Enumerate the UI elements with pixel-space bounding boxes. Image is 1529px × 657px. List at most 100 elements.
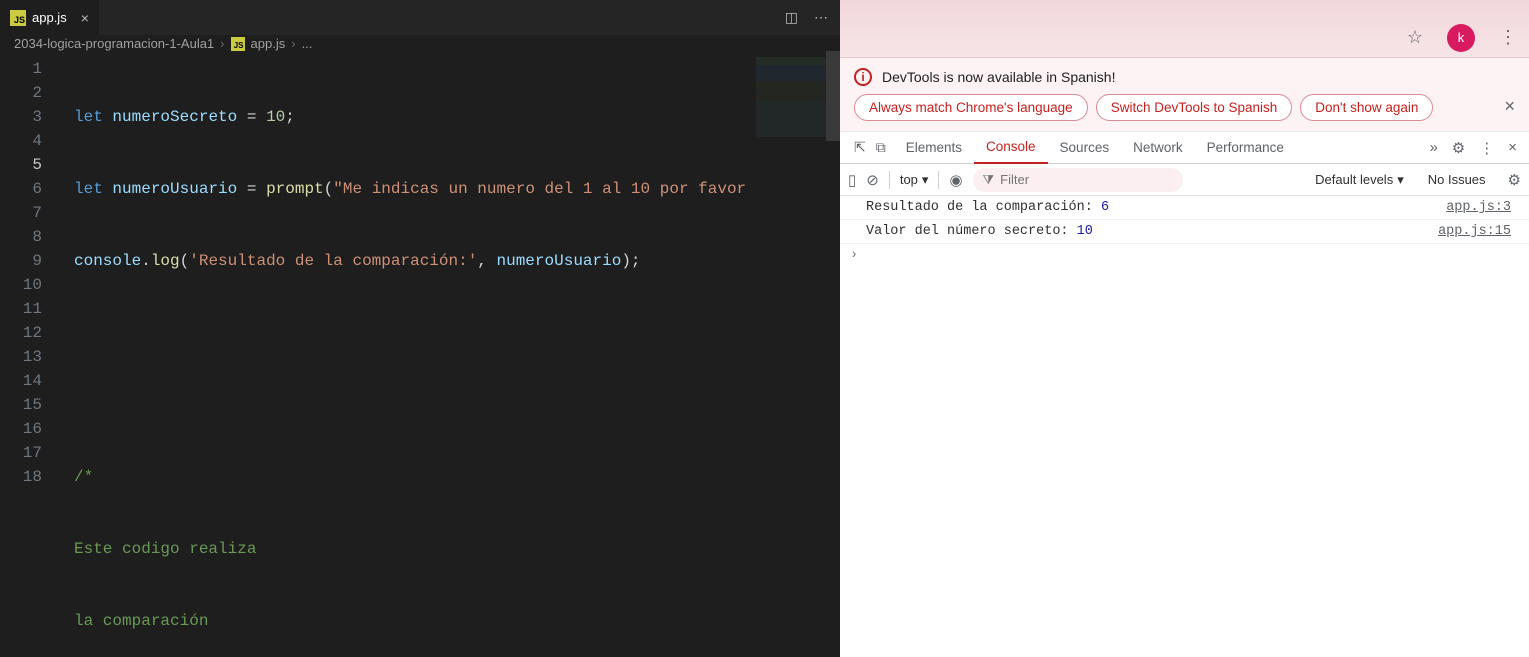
tab-network[interactable]: Network <box>1121 132 1195 164</box>
code-token: = <box>237 180 266 198</box>
code-token: console <box>74 252 141 270</box>
line-number: 12 <box>0 321 58 345</box>
switch-to-spanish-button[interactable]: Switch DevTools to Spanish <box>1096 94 1293 121</box>
clear-console-icon[interactable]: ⊘ <box>866 171 879 189</box>
code-token: Este codigo realiza <box>74 540 256 558</box>
log-source-link[interactable]: app.js:3 <box>1446 200 1511 215</box>
code-token: ; <box>285 108 295 126</box>
tab-console[interactable]: Console <box>974 132 1048 164</box>
banner-title: DevTools is now available in Spanish! <box>882 69 1115 85</box>
code-token: log <box>151 252 180 270</box>
minimap-slider[interactable] <box>826 51 840 141</box>
console-output[interactable]: Resultado de la comparación: 6 app.js:3 … <box>840 196 1529 657</box>
inspect-element-icon[interactable]: ⇱ <box>854 139 866 156</box>
log-message: Resultado de la comparación: 6 <box>866 200 1446 215</box>
chevron-right-icon: › <box>220 36 224 51</box>
chevron-down-icon: ▾ <box>1397 172 1404 188</box>
live-expression-icon[interactable]: ◉ <box>949 171 962 189</box>
console-log-row: Resultado de la comparación: 6 app.js:3 <box>840 196 1529 220</box>
chevron-down-icon: ▾ <box>922 172 929 188</box>
settings-gear-icon[interactable]: ⚙ <box>1452 139 1465 157</box>
bookmark-star-icon[interactable]: ☆ <box>1407 27 1423 48</box>
line-number: 10 <box>0 273 58 297</box>
filter-icon: ⧩ <box>983 172 995 188</box>
line-gutter: 1 2 3 4 5 6 7 8 9 10 11 12 13 14 15 16 1… <box>0 51 58 657</box>
tab-performance[interactable]: Performance <box>1195 132 1296 164</box>
console-settings-gear-icon[interactable]: ⚙ <box>1508 171 1521 189</box>
code-token: numeroUsuario <box>112 180 237 198</box>
code-token: let <box>74 108 103 126</box>
breadcrumb-more[interactable]: ... <box>302 36 313 51</box>
close-icon[interactable]: × <box>1508 139 1517 156</box>
line-number: 11 <box>0 297 58 321</box>
line-number: 14 <box>0 369 58 393</box>
more-actions-icon[interactable]: ⋯ <box>814 9 828 26</box>
toggle-sidebar-icon[interactable]: ▯ <box>848 171 856 189</box>
console-log-row: Valor del número secreto: 10 app.js:15 <box>840 220 1529 244</box>
log-levels-selector[interactable]: Default levels ▾ <box>1315 172 1404 188</box>
log-text: Resultado de la comparación: <box>866 200 1101 215</box>
tab-sources[interactable]: Sources <box>1048 132 1122 164</box>
breadcrumb-folder[interactable]: 2034-logica-programacion-1-Aula1 <box>14 36 214 51</box>
line-number: 8 <box>0 225 58 249</box>
devtools-tabs: ⇱ ⧉ Elements Console Sources Network Per… <box>840 132 1529 164</box>
line-number: 13 <box>0 345 58 369</box>
line-number: 2 <box>0 81 58 105</box>
line-number: 18 <box>0 465 58 489</box>
editor-tabbar: JS app.js × ◫ ⋯ <box>0 0 840 36</box>
line-number: 4 <box>0 129 58 153</box>
log-value: 6 <box>1101 200 1109 215</box>
editor-actions: ◫ ⋯ <box>785 9 840 26</box>
code-token: numeroUsuario <box>497 252 622 270</box>
log-message: Valor del número secreto: 10 <box>866 224 1438 239</box>
code-token: , <box>477 252 496 270</box>
kebab-menu-icon[interactable]: ⋮ <box>1479 139 1494 157</box>
code-editor[interactable]: let numeroSecreto = 10; let numeroUsuari… <box>58 51 748 657</box>
split-editor-icon[interactable]: ◫ <box>785 9 798 26</box>
context-label: top <box>900 172 918 187</box>
separator <box>938 171 939 189</box>
code-token: la comparación <box>74 612 208 630</box>
device-toolbar-icon[interactable]: ⧉ <box>876 139 886 156</box>
close-icon[interactable]: × <box>1504 96 1515 117</box>
line-number: 1 <box>0 57 58 81</box>
console-prompt[interactable]: › <box>840 244 1529 267</box>
breadcrumbs[interactable]: 2034-logica-programacion-1-Aula1 › JS ap… <box>0 36 840 51</box>
filter-field[interactable]: ⧩ <box>973 168 1183 192</box>
line-number: 5 <box>0 153 58 177</box>
browser-pane: ☆ k ⋮ i DevTools is now available in Spa… <box>840 0 1529 657</box>
close-icon[interactable]: × <box>81 10 89 26</box>
code-token: ); <box>621 252 640 270</box>
issues-status[interactable]: No Issues <box>1428 172 1486 187</box>
code-token: ( <box>180 252 190 270</box>
dont-show-again-button[interactable]: Don't show again <box>1300 94 1433 121</box>
profile-avatar[interactable]: k <box>1447 24 1475 52</box>
line-number: 15 <box>0 393 58 417</box>
tab-app-js[interactable]: JS app.js × <box>0 0 100 36</box>
code-token: . <box>141 252 151 270</box>
always-match-language-button[interactable]: Always match Chrome's language <box>854 94 1088 121</box>
filter-input[interactable] <box>1000 172 1172 187</box>
context-selector[interactable]: top ▾ <box>900 172 929 188</box>
browser-toolbar: ☆ k ⋮ <box>840 0 1529 58</box>
language-banner: i DevTools is now available in Spanish! … <box>840 58 1529 132</box>
minimap[interactable] <box>748 51 840 657</box>
breadcrumb-file[interactable]: app.js <box>251 36 286 51</box>
log-source-link[interactable]: app.js:15 <box>1438 224 1511 239</box>
line-number: 3 <box>0 105 58 129</box>
js-file-icon: JS <box>10 10 26 26</box>
log-text: Valor del número secreto: <box>866 224 1077 239</box>
js-file-icon: JS <box>231 37 245 51</box>
line-number: 6 <box>0 177 58 201</box>
tab-label: app.js <box>32 10 67 25</box>
info-icon: i <box>854 68 872 86</box>
separator <box>889 171 890 189</box>
code-token: prompt <box>266 180 324 198</box>
line-number: 9 <box>0 249 58 273</box>
console-toolbar: ▯ ⊘ top ▾ ◉ ⧩ Default levels ▾ No Issues… <box>840 164 1529 196</box>
more-tabs-icon[interactable]: » <box>1429 139 1437 156</box>
browser-menu-icon[interactable]: ⋮ <box>1499 27 1517 48</box>
tab-elements[interactable]: Elements <box>894 132 974 164</box>
line-number: 17 <box>0 441 58 465</box>
code-token: 10 <box>266 108 285 126</box>
